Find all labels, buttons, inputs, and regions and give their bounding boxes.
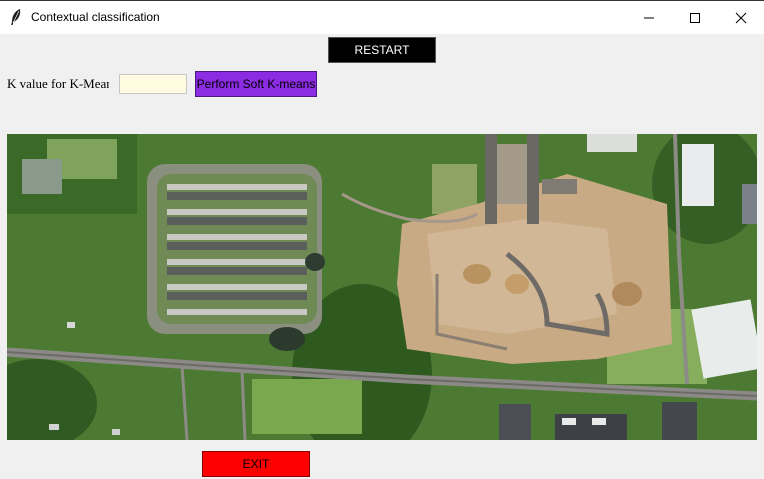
close-button[interactable] (718, 1, 764, 34)
title-bar: Contextual classification (0, 0, 764, 34)
restart-button[interactable]: RESTART (328, 37, 436, 63)
aerial-image (7, 134, 757, 440)
k-value-label: K value for K-Mear (7, 76, 109, 91)
k-value-input[interactable] (119, 74, 187, 94)
minimize-icon (644, 17, 654, 19)
maximize-icon (690, 13, 700, 23)
exit-button[interactable]: EXIT (202, 451, 310, 477)
window-title: Contextual classification (31, 10, 160, 24)
soft-kmeans-button[interactable]: Perform Soft K-means (195, 71, 317, 97)
feather-icon (9, 8, 23, 26)
minimize-button[interactable] (626, 1, 672, 34)
maximize-button[interactable] (672, 1, 718, 34)
close-icon (735, 12, 747, 24)
